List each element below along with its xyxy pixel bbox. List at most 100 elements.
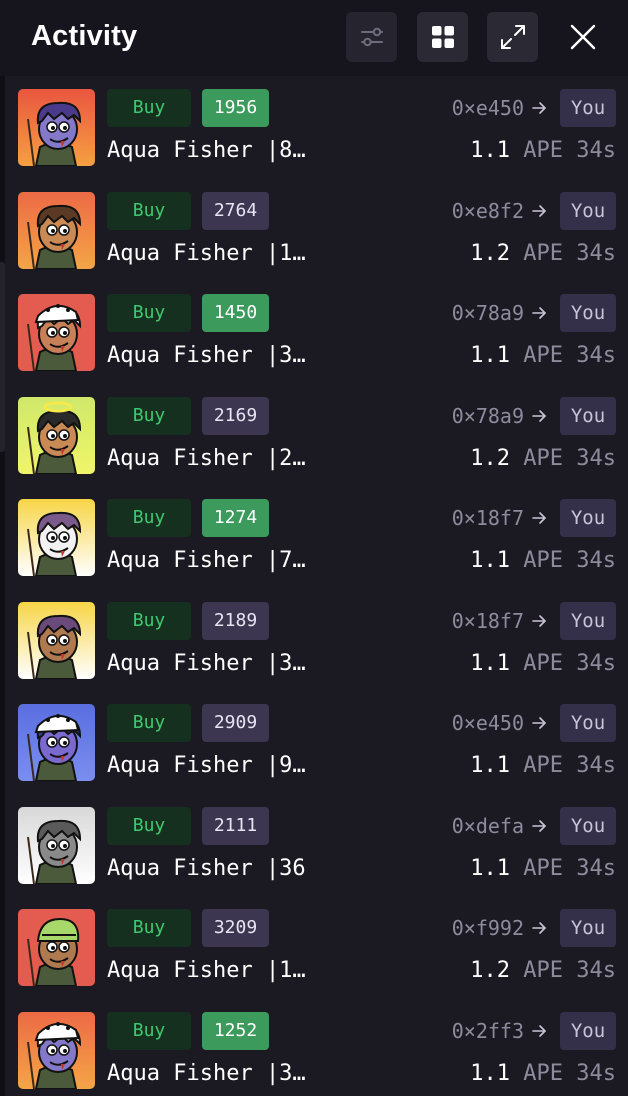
token-id-badge: 1450 <box>202 294 269 332</box>
from-address[interactable]: 0×defa <box>452 807 524 845</box>
time-ago: 34s <box>563 138 616 163</box>
time-ago: 34s <box>563 445 616 471</box>
activity-row[interactable]: Buy 2111 Aqua Fisher |36 0×defa You 1.1 APE 3… <box>5 794 628 896</box>
nft-thumbnail[interactable] <box>18 1011 95 1089</box>
grid-view-button[interactable] <box>417 12 468 62</box>
to-address-badge[interactable]: You <box>560 601 616 640</box>
price-info: 1.1 APE 34s <box>470 339 616 373</box>
collection-name[interactable]: Aqua Fisher |3… <box>107 339 306 373</box>
token-id-badge: 1274 <box>202 499 269 537</box>
to-address-badge[interactable]: You <box>560 704 616 742</box>
to-address-badge[interactable]: You <box>560 396 616 435</box>
token-id-badge: 2189 <box>202 601 269 640</box>
activity-row[interactable]: Buy 2909 Aqua Fisher |9… 0×e450 You 1.1 APE 3… <box>5 691 628 793</box>
collection-name[interactable]: Aqua Fisher |1… <box>107 954 306 988</box>
time-ago: 34s <box>563 240 616 266</box>
expand-button[interactable] <box>487 12 538 62</box>
arrow-right-icon <box>532 614 547 633</box>
to-address-badge[interactable]: You <box>560 294 616 332</box>
arrow-right-icon <box>532 511 547 530</box>
activity-row[interactable]: Buy 1252 Aqua Fisher |3… 0×2ff3 You 1.1 APE 3… <box>5 999 628 1096</box>
collection-name[interactable]: Aqua Fisher |7… <box>107 544 306 578</box>
from-address[interactable]: 0×e8f2 <box>452 192 524 230</box>
nft-thumbnail[interactable] <box>18 499 95 576</box>
price-info: 1.1 APE 34s <box>470 1057 616 1091</box>
nft-thumbnail[interactable] <box>18 396 95 474</box>
arrow-right-icon <box>532 409 547 428</box>
token-id-badge: 2169 <box>202 396 269 435</box>
price-amount: 1.2 <box>470 240 511 266</box>
action-badge: Buy <box>107 601 191 640</box>
token-id-badge: 1956 <box>202 89 269 127</box>
activity-row[interactable]: Buy 2764 Aqua Fisher |1… 0×e8f2 You 1.2 APE 3… <box>5 179 628 281</box>
action-badge: Buy <box>107 499 191 537</box>
time-ago: 34s <box>563 753 616 778</box>
nft-thumbnail[interactable] <box>18 601 95 679</box>
grid-icon <box>431 26 454 48</box>
close-icon <box>570 24 596 50</box>
arrow-right-icon <box>532 1024 547 1043</box>
token-id-badge: 2111 <box>202 806 269 845</box>
activity-row[interactable]: Buy 2169 Aqua Fisher |2… 0×78a9 You 1.2 APE 3… <box>5 384 628 486</box>
time-ago: 34s <box>563 1060 616 1086</box>
time-ago: 34s <box>563 855 616 881</box>
activity-row[interactable]: Buy 2189 Aqua Fisher |3… 0×18f7 You 1.1 APE 3… <box>5 589 628 691</box>
price-currency: APE <box>510 650 564 676</box>
nft-thumbnail[interactable] <box>18 806 95 884</box>
to-address-badge[interactable]: You <box>560 909 616 947</box>
token-id-badge: 3209 <box>202 909 269 947</box>
price-info: 1.1 APE 34s <box>470 134 616 168</box>
panel-title: Activity <box>31 20 138 52</box>
activity-row[interactable]: Buy 1956 Aqua Fisher |8… 0×e450 You 1.1 APE 3… <box>5 76 628 178</box>
activity-list: Buy 1956 Aqua Fisher |8… 0×e450 You 1.1 APE 3… <box>5 76 628 1096</box>
nft-thumbnail[interactable] <box>18 89 95 166</box>
from-address[interactable]: 0×78a9 <box>452 397 524 435</box>
price-currency: APE <box>510 1060 564 1086</box>
price-amount: 1.2 <box>470 958 511 983</box>
to-address-badge[interactable]: You <box>560 89 616 127</box>
arrow-right-icon <box>532 819 547 838</box>
nft-thumbnail[interactable] <box>18 704 95 781</box>
collection-name[interactable]: Aqua Fisher |8… <box>107 134 306 168</box>
to-address-badge[interactable]: You <box>560 1011 616 1050</box>
action-badge: Buy <box>107 909 191 947</box>
collection-name[interactable]: Aqua Fisher |3… <box>107 1057 306 1091</box>
from-address[interactable]: 0×18f7 <box>452 499 524 537</box>
action-badge: Buy <box>107 704 191 742</box>
collection-name[interactable]: Aqua Fisher |2… <box>107 442 306 476</box>
nft-thumbnail[interactable] <box>18 294 95 371</box>
activity-row[interactable]: Buy 1274 Aqua Fisher |7… 0×18f7 You 1.1 APE 3… <box>5 486 628 588</box>
activity-row[interactable]: Buy 1450 Aqua Fisher |3… 0×78a9 You 1.1 APE 3… <box>5 281 628 383</box>
arrow-right-icon <box>532 921 547 940</box>
activity-row[interactable]: Buy 3209 Aqua Fisher |1… 0×f992 You 1.2 APE 3… <box>5 896 628 998</box>
to-address-badge[interactable]: You <box>560 499 616 537</box>
from-address[interactable]: 0×78a9 <box>452 294 524 332</box>
price-amount: 1.1 <box>470 1060 511 1086</box>
nft-thumbnail[interactable] <box>18 191 95 269</box>
collection-name[interactable]: Aqua Fisher |9… <box>107 749 306 783</box>
price-currency: APE <box>510 240 564 266</box>
to-address-badge[interactable]: You <box>560 191 616 230</box>
from-address[interactable]: 0×2ff3 <box>452 1012 524 1050</box>
collection-name[interactable]: Aqua Fisher |36 <box>107 852 306 886</box>
price-currency: APE <box>510 958 564 983</box>
token-id-badge: 2909 <box>202 704 269 742</box>
close-button[interactable] <box>558 12 608 62</box>
from-address[interactable]: 0×e450 <box>452 704 524 742</box>
price-amount: 1.1 <box>470 548 511 573</box>
price-currency: APE <box>510 855 564 881</box>
action-badge: Buy <box>107 89 191 127</box>
to-address-badge[interactable]: You <box>560 806 616 845</box>
collection-name[interactable]: Aqua Fisher |1… <box>107 237 306 271</box>
price-currency: APE <box>510 343 564 368</box>
from-address[interactable]: 0×18f7 <box>452 602 524 640</box>
nft-thumbnail[interactable] <box>18 909 95 986</box>
action-badge: Buy <box>107 1011 191 1050</box>
collection-name[interactable]: Aqua Fisher |3… <box>107 647 306 681</box>
price-currency: APE <box>510 753 564 778</box>
from-address[interactable]: 0×f992 <box>452 909 524 947</box>
from-address[interactable]: 0×e450 <box>452 89 524 127</box>
filter-button[interactable] <box>346 12 397 62</box>
sliders-icon <box>360 27 383 47</box>
price-amount: 1.1 <box>470 650 511 676</box>
